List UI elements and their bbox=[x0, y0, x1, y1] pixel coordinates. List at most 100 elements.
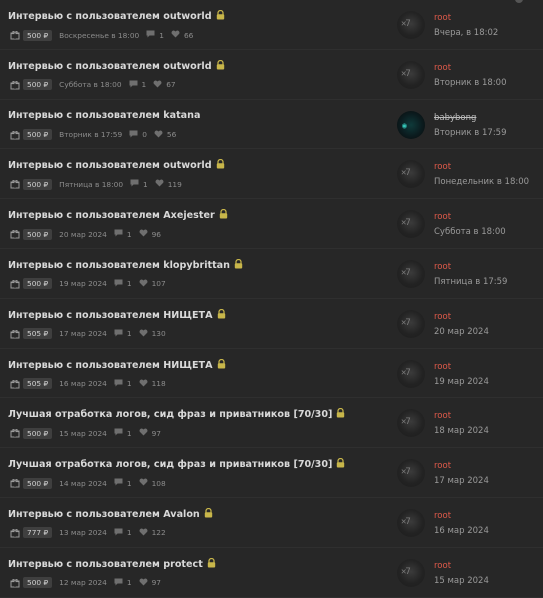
thread-title[interactable]: Интервью с пользователем Avalon bbox=[8, 509, 200, 520]
heart-icon bbox=[139, 379, 148, 389]
gift-icon bbox=[10, 279, 20, 289]
last-post-date[interactable]: 18 мар 2024 bbox=[434, 426, 489, 436]
comment-icon bbox=[114, 229, 123, 239]
lock-icon bbox=[204, 507, 213, 521]
thread-title-link[interactable]: Интервью с пользователем katana bbox=[8, 110, 200, 121]
thread-title-link[interactable]: Лучшая отработка логов, сид фраз и прива… bbox=[8, 458, 345, 471]
thread-title[interactable]: Интервью с пользователем НИЩЕТА bbox=[8, 310, 213, 321]
last-post-date[interactable]: 15 мар 2024 bbox=[434, 576, 489, 586]
thread-title-link[interactable]: Интервью с пользователем outworld bbox=[8, 159, 225, 172]
username-link[interactable]: root bbox=[434, 461, 451, 471]
thread-row[interactable]: Интервью с пользователем outworld 500 ₽ … bbox=[0, 0, 543, 50]
thread-title-link[interactable]: Лучшая отработка логов, сид фраз и прива… bbox=[8, 408, 345, 421]
comment-icon bbox=[129, 80, 138, 90]
last-post-date[interactable]: 16 мар 2024 bbox=[434, 526, 489, 536]
comment-icon bbox=[146, 30, 155, 40]
thread-title-link[interactable]: Интервью с пользователем protect bbox=[8, 557, 216, 571]
thread-title[interactable]: Интервью с пользователем klopybrittan bbox=[8, 260, 230, 271]
price-badge: 500 ₽ bbox=[23, 477, 53, 489]
thread-title[interactable]: Лучшая отработка логов, сид фраз и прива… bbox=[8, 409, 332, 420]
username-link[interactable]: root bbox=[434, 511, 451, 521]
username-link[interactable]: root bbox=[434, 312, 451, 322]
thread-title[interactable]: Интервью с пользователем katana bbox=[8, 110, 200, 121]
thread-title[interactable]: Интервью с пользователем outworld bbox=[8, 11, 212, 22]
avatar[interactable]: ✕7 bbox=[397, 259, 425, 288]
thread-title-link[interactable]: Интервью с пользователем НИЩЕТА bbox=[8, 308, 226, 322]
thread-date: 12 мар 2024 bbox=[59, 578, 107, 588]
thread-title-link[interactable]: Интервью с пользователем Axejester bbox=[8, 209, 228, 222]
thread-row[interactable]: Интервью с пользователем Axejester 500 ₽… bbox=[0, 199, 543, 249]
avatar[interactable]: ✕7 bbox=[397, 459, 425, 488]
thread-meta: 500 ₽ Вторник в 17:59 0 56 bbox=[10, 128, 183, 142]
avatar[interactable]: ✕7 bbox=[397, 409, 425, 438]
last-post-date[interactable]: 17 мар 2024 bbox=[434, 476, 489, 486]
avatar[interactable]: ✕7 bbox=[397, 558, 425, 587]
avatar[interactable]: ✕7 bbox=[397, 359, 425, 388]
thread-title-link[interactable]: Интервью с пользователем outworld bbox=[8, 9, 225, 23]
username-link[interactable]: root bbox=[434, 362, 451, 372]
thread-row[interactable]: Интервью с пользователем outworld 500 ₽ … bbox=[0, 149, 543, 200]
thread-title-link[interactable]: Интервью с пользователем НИЩЕТА bbox=[8, 358, 226, 372]
price-badge: 500 ₽ bbox=[23, 79, 53, 91]
thread-row[interactable]: Лучшая отработка логов, сид фраз и прива… bbox=[0, 398, 543, 449]
thread-title[interactable]: Интервью с пользователем НИЩЕТА bbox=[8, 360, 213, 371]
avatar[interactable]: ✕7 bbox=[397, 210, 425, 239]
thread-title-link[interactable]: Интервью с пользователем outworld bbox=[8, 59, 225, 73]
thread-date: 14 мар 2024 bbox=[59, 478, 107, 488]
username-link[interactable]: root bbox=[434, 411, 451, 421]
thread-meta: 777 ₽ 13 мар 2024 1 122 bbox=[10, 526, 173, 540]
thread-row[interactable]: Интервью с пользователем outworld 500 ₽ … bbox=[0, 50, 543, 100]
thread-row[interactable]: Интервью с пользователем НИЩЕТА 505 ₽ 16… bbox=[0, 349, 543, 399]
heart-icon bbox=[153, 80, 162, 90]
avatar[interactable]: ✕7 bbox=[397, 11, 425, 39]
last-post-date[interactable]: Вчера, в 18:02 bbox=[434, 28, 498, 38]
username-link[interactable]: root bbox=[434, 162, 451, 172]
username-link[interactable]: root bbox=[434, 63, 451, 73]
username-link[interactable]: root bbox=[434, 212, 451, 222]
like-count: 122 bbox=[151, 528, 166, 538]
comment-icon bbox=[114, 279, 123, 289]
heart-icon bbox=[139, 428, 148, 438]
comment-icon bbox=[114, 478, 123, 488]
avatar[interactable]: ✕7 bbox=[397, 160, 425, 189]
thread-row[interactable]: Интервью с пользователем Avalon 777 ₽ 13… bbox=[0, 498, 543, 548]
thread-row[interactable]: Лучшая отработка логов, сид фраз и прива… bbox=[0, 448, 543, 498]
avatar[interactable]: ✕7 bbox=[397, 60, 425, 89]
thread-row[interactable]: Интервью с пользователем НИЩЕТА 505 ₽ 17… bbox=[0, 299, 543, 349]
lock-icon bbox=[207, 557, 216, 571]
username-link[interactable]: root bbox=[434, 262, 451, 272]
thread-row[interactable]: Интервью с пользователем katana 500 ₽ Вт… bbox=[0, 100, 543, 150]
last-post-date[interactable]: Понедельник в 18:00 bbox=[434, 177, 529, 187]
thread-meta: 505 ₽ 17 мар 2024 1 130 bbox=[10, 327, 173, 341]
last-post-date[interactable]: Вторник в 17:59 bbox=[434, 128, 507, 138]
thread-row[interactable]: Интервью с пользователем protect 500 ₽ 1… bbox=[0, 548, 543, 598]
thread-title[interactable]: Лучшая отработка логов, сид фраз и прива… bbox=[8, 459, 332, 470]
thread-title[interactable]: Интервью с пользователем outworld bbox=[8, 160, 212, 171]
username-link[interactable]: babybong bbox=[434, 113, 476, 123]
last-post-date[interactable]: 20 мар 2024 bbox=[434, 327, 489, 337]
avatar[interactable]: ✕7 bbox=[397, 508, 425, 537]
thread-title-link[interactable]: Интервью с пользователем Avalon bbox=[8, 507, 213, 521]
avatar[interactable]: ◉ bbox=[397, 110, 425, 139]
thread-title[interactable]: Интервью с пользователем protect bbox=[8, 559, 203, 570]
price-badge: 500 ₽ bbox=[23, 577, 53, 589]
thread-title[interactable]: Интервью с пользователем Axejester bbox=[8, 210, 215, 221]
username-link[interactable]: root bbox=[434, 13, 451, 23]
comment-count: 1 bbox=[141, 80, 147, 90]
avatar[interactable]: ✕7 bbox=[397, 309, 425, 338]
price-badge: 500 ₽ bbox=[23, 178, 53, 190]
username-link[interactable]: root bbox=[434, 561, 451, 571]
like-count: 96 bbox=[151, 229, 161, 239]
thread-date: 19 мар 2024 bbox=[59, 279, 107, 289]
last-post-date[interactable]: Пятница в 17:59 bbox=[434, 277, 507, 287]
last-post-date[interactable]: 19 мар 2024 bbox=[434, 377, 489, 387]
like-count: 107 bbox=[151, 279, 166, 289]
last-post-date[interactable]: Вторник в 18:00 bbox=[434, 78, 507, 88]
thread-meta: 505 ₽ 16 мар 2024 1 118 bbox=[10, 377, 173, 391]
comment-count: 1 bbox=[143, 179, 148, 189]
thread-title-link[interactable]: Интервью с пользователем klopybrittan bbox=[8, 258, 243, 272]
last-post-date[interactable]: Суббота в 18:00 bbox=[434, 227, 506, 237]
thread-title[interactable]: Интервью с пользователем outworld bbox=[8, 61, 212, 72]
heart-icon bbox=[171, 30, 180, 40]
thread-row[interactable]: Интервью с пользователем klopybrittan 50… bbox=[0, 249, 543, 299]
